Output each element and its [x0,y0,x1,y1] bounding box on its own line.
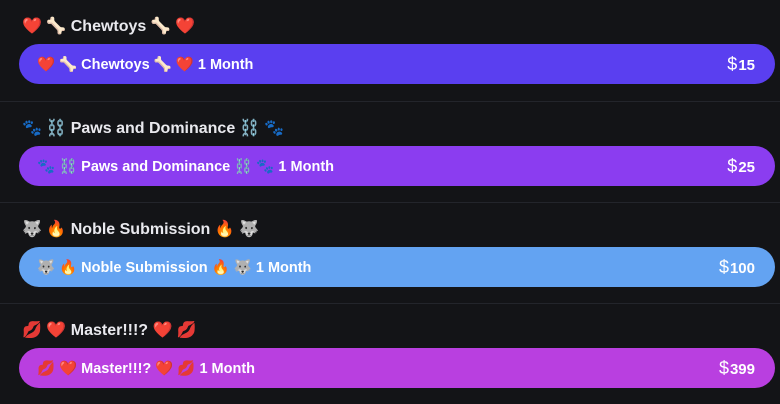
tier-price: $399 [719,358,755,379]
subscribe-button-label: 💋 ❤️ Master!!!? ❤️ 💋 1 Month [37,360,256,377]
tier-price: $25 [727,156,755,177]
price-amount: 100 [729,259,755,277]
tier-title: ❤️ 🦴 Chewtoys 🦴 ❤️ [22,18,196,35]
tier-title: 💋 ❤️ Master!!!? ❤️ 💋 [22,322,197,339]
subscribe-button-label: 🐾 ⛓️ Paws and Dominance ⛓️ 🐾 1 Month [37,158,335,175]
price-amount: 25 [738,158,755,176]
tier-price: $15 [727,54,755,75]
currency-symbol: $ [727,155,738,176]
price-amount: 399 [729,360,755,378]
subscribe-button-master[interactable]: 💋 ❤️ Master!!!? ❤️ 💋 1 Month $399 [19,348,775,388]
tier-noble-submission: 🐺 🔥 Noble Submission 🔥 🐺 🐺 🔥 Noble Submi… [0,202,780,303]
currency-symbol: $ [718,256,729,277]
tier-chewtoys: ❤️ 🦴 Chewtoys 🦴 ❤️ ❤️ 🦴 Chewtoys 🦴 ❤️ 1 … [0,0,780,101]
currency-symbol: $ [727,53,738,74]
subscribe-button-paws-and-dominance[interactable]: 🐾 ⛓️ Paws and Dominance ⛓️ 🐾 1 Month $25 [19,146,775,186]
subscription-tier-list: ❤️ 🦴 Chewtoys 🦴 ❤️ ❤️ 🦴 Chewtoys 🦴 ❤️ 1 … [0,0,780,404]
subscribe-button-label: 🐺 🔥 Noble Submission 🔥 🐺 1 Month [37,259,312,276]
subscribe-button-chewtoys[interactable]: ❤️ 🦴 Chewtoys 🦴 ❤️ 1 Month $15 [19,44,775,84]
subscribe-button-noble-submission[interactable]: 🐺 🔥 Noble Submission 🔥 🐺 1 Month $100 [19,247,775,287]
tier-price: $100 [719,257,755,278]
currency-symbol: $ [718,357,729,378]
subscribe-button-label: ❤️ 🦴 Chewtoys 🦴 ❤️ 1 Month [37,56,254,73]
tier-master: 💋 ❤️ Master!!!? ❤️ 💋 💋 ❤️ Master!!!? ❤️ … [0,303,780,404]
price-amount: 15 [738,56,755,74]
tier-title: 🐾 ⛓️ Paws and Dominance ⛓️ 🐾 [22,120,284,137]
tier-title: 🐺 🔥 Noble Submission 🔥 🐺 [22,221,260,238]
tier-paws-and-dominance: 🐾 ⛓️ Paws and Dominance ⛓️ 🐾 🐾 ⛓️ Paws a… [0,101,780,202]
